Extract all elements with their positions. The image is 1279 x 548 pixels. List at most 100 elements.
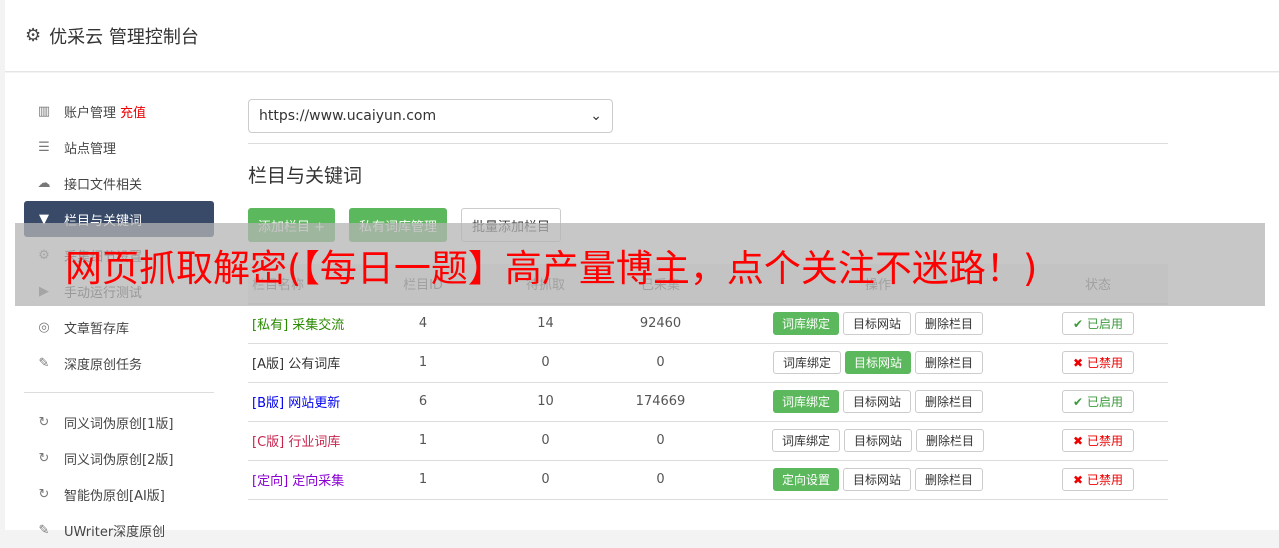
page-title: 栏目与关键词 (248, 165, 363, 187)
lexicon-bind-button[interactable]: 词库绑定 (772, 351, 841, 374)
column-name-text: 定向采集 (292, 474, 345, 489)
column-name-text: 公有词库 (288, 357, 341, 372)
delete-column-button[interactable]: 删除栏目 (915, 468, 984, 491)
collected-count: 0 (593, 343, 728, 383)
table-row: [A版] 公有词库 1 0 0 词库绑定 目标网站 删除栏目 ✖ 已禁用 (248, 343, 1168, 383)
status-label: 已禁用 (1086, 473, 1123, 487)
server-icon: ☰ (38, 139, 50, 155)
target-site-button[interactable]: 目标网站 (842, 390, 911, 413)
status-cell: ✖ 已禁用 (1028, 421, 1168, 461)
column-tag: [C版] (252, 435, 285, 450)
status-cell: ✖ 已禁用 (1028, 343, 1168, 383)
target-site-button[interactable]: 目标网站 (843, 429, 912, 452)
edit-icon: ✎ (38, 522, 50, 538)
pending-count: 14 (498, 304, 593, 344)
delete-column-button[interactable]: 删除栏目 (915, 351, 984, 374)
status-toggle[interactable]: ✔ 已启用 (1062, 312, 1134, 336)
sidebar-item[interactable]: ◎ 文章暂存库 (24, 309, 214, 345)
status-cell: ✖ 已禁用 (1028, 460, 1168, 500)
sidebar-item[interactable]: ☰ 站点管理 (24, 129, 214, 165)
table-row: [私有] 采集交流 4 14 92460 词库绑定 目标网站 删除栏目 ✔ 已启… (248, 304, 1168, 344)
column-tag: [B版] (252, 396, 285, 411)
sidebar-item[interactable]: ▥ 账户管理 充值 (24, 93, 214, 129)
site-select[interactable]: https://www.ucaiyun.com ⌄ (248, 99, 613, 133)
status-cell: ✔ 已启用 (1028, 304, 1168, 344)
column-tag: [定向] (252, 474, 289, 489)
sidebar: ▥账户管理充值☰站点管理☁接口文件相关▼栏目与关键词⚙采集细节设置▶手动运行测试… (24, 93, 214, 548)
app-header: ⚙ 优采云 管理控制台 (5, 0, 1279, 72)
check-icon: ✔ (1073, 394, 1084, 409)
sidebar-item-label: 同义词伪原创[1版] (64, 416, 174, 432)
table-row: [B版] 网站更新 6 10 174669 词库绑定 目标网站 删除栏目 ✔ 已… (248, 382, 1168, 422)
status-cell: ✔ 已启用 (1028, 382, 1168, 422)
column-name-text: 行业词库 (288, 435, 341, 450)
column-tag: [私有] (252, 318, 289, 334)
column-name[interactable]: [A版] 公有词库 (248, 343, 348, 383)
lexicon-bind-button[interactable]: 词库绑定 (772, 390, 839, 413)
status-label: 已禁用 (1086, 356, 1123, 370)
sidebar-item-label: 账户管理 (64, 105, 117, 121)
column-id: 1 (348, 343, 498, 383)
check-icon: ✔ (1073, 316, 1084, 331)
sidebar-item-label: 智能伪原创[AI版] (64, 488, 165, 504)
x-icon: ✖ (1073, 472, 1084, 487)
status-toggle[interactable]: ✖ 已禁用 (1062, 351, 1134, 374)
pending-count: 0 (498, 460, 593, 500)
sidebar-item-label: 接口文件相关 (64, 177, 143, 193)
sidebar-divider (24, 392, 214, 393)
status-toggle[interactable]: ✖ 已禁用 (1062, 468, 1134, 491)
ops-cell: 词库绑定 目标网站 删除栏目 (728, 382, 1028, 422)
column-name[interactable]: [B版] 网站更新 (248, 382, 348, 422)
ops-cell: 词库绑定 目标网站 删除栏目 (728, 343, 1028, 383)
lexicon-bind-button[interactable]: 词库绑定 (772, 312, 839, 336)
refresh-icon: ↻ (38, 450, 50, 466)
sidebar-item[interactable]: ✎ UWriter深度原创 (24, 512, 214, 548)
divider (248, 143, 1168, 144)
sidebar-item[interactable]: ✎ 深度原创任务 (24, 345, 214, 381)
lexicon-bind-button[interactable]: 词库绑定 (771, 429, 840, 452)
sidebar-item[interactable]: ↻ 同义词伪原创[1版] (24, 404, 214, 440)
status-label: 已启用 (1086, 395, 1123, 409)
sidebar-item-label: 同义词伪原创[2版] (64, 452, 174, 468)
delete-column-button[interactable]: 删除栏目 (915, 312, 984, 336)
sidebar-item[interactable]: ↻ 同义词伪原创[2版] (24, 440, 214, 476)
status-toggle[interactable]: ✖ 已禁用 (1062, 429, 1134, 452)
column-name-text: 采集交流 (292, 318, 345, 334)
collected-count: 174669 (593, 382, 728, 422)
sidebar-item[interactable]: ☁ 接口文件相关 (24, 165, 214, 201)
column-name[interactable]: [私有] 采集交流 (248, 304, 348, 344)
pending-count: 0 (498, 421, 593, 461)
table-row: [定向] 定向采集 1 0 0 定向设置 目标网站 删除栏目 ✖ 已禁用 (248, 460, 1168, 500)
database-icon: ◎ (38, 319, 50, 335)
table-row: [C版] 行业词库 1 0 0 词库绑定 目标网站 删除栏目 ✖ 已禁用 (248, 421, 1168, 461)
sidebar-item-label: UWriter深度原创 (64, 524, 166, 540)
bar-chart-icon: ▥ (37, 103, 51, 119)
target-site-button[interactable]: 目标网站 (842, 312, 911, 336)
collected-count: 0 (593, 421, 728, 461)
refresh-icon: ↻ (38, 414, 50, 430)
sidebar-item[interactable]: ↻ 智能伪原创[AI版] (24, 476, 214, 512)
site-select-value: https://www.ucaiyun.com (259, 108, 437, 124)
column-id: 6 (348, 382, 498, 422)
collected-count: 92460 (593, 304, 728, 344)
cloud-upload-icon: ☁ (37, 175, 51, 191)
column-name[interactable]: [C版] 行业词库 (248, 421, 348, 461)
chevron-down-icon: ⌄ (590, 108, 602, 124)
lexicon-bind-button[interactable]: 定向设置 (772, 468, 839, 491)
delete-column-button[interactable]: 删除栏目 (915, 390, 984, 413)
target-site-button[interactable]: 目标网站 (842, 468, 911, 491)
status-toggle[interactable]: ✔ 已启用 (1062, 390, 1134, 413)
column-tag: [A版] (252, 357, 285, 372)
refresh-icon: ↻ (38, 486, 50, 502)
column-name[interactable]: [定向] 定向采集 (248, 460, 348, 500)
recharge-link[interactable]: 充值 (120, 102, 146, 121)
edit-icon: ✎ (38, 355, 50, 371)
delete-column-button[interactable]: 删除栏目 (916, 429, 985, 452)
pending-count: 10 (498, 382, 593, 422)
app-title: 优采云 管理控制台 (49, 26, 199, 48)
ops-cell: 定向设置 目标网站 删除栏目 (728, 460, 1028, 500)
sidebar-item-label: 文章暂存库 (64, 321, 130, 337)
target-site-button[interactable]: 目标网站 (844, 351, 911, 374)
overlay-banner: 网页抓取解密(【每日一题】高产量博主，点个关注不迷路！) (15, 223, 1265, 306)
gear-icon: ⚙ (25, 25, 42, 46)
